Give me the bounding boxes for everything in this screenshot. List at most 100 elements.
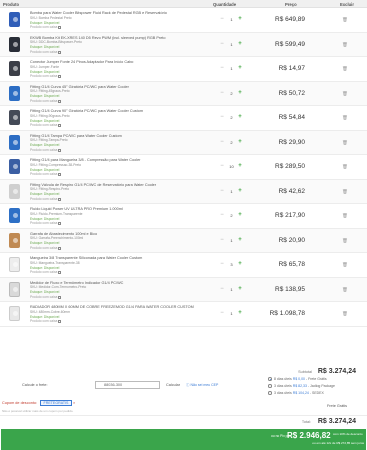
- product-box-option[interactable]: Produto com caixa: [30, 25, 200, 30]
- product-image[interactable]: [5, 60, 24, 78]
- coupon-code-field[interactable]: FRETEGRATIS: [40, 400, 72, 406]
- box-checkbox[interactable]: [58, 99, 62, 103]
- box-checkbox[interactable]: [58, 222, 62, 226]
- product-box-option[interactable]: Produto com caixa: [30, 74, 200, 79]
- shipping-option[interactable]: 3 dias úteis R$ 82,33 - Jadlog Package: [268, 383, 367, 390]
- decrement-button[interactable]: −: [219, 163, 225, 170]
- product-image[interactable]: [5, 158, 24, 176]
- decrement-button[interactable]: −: [219, 16, 225, 23]
- product-image[interactable]: [5, 207, 24, 225]
- shipping-option[interactable]: 3 dias úteis R$ 104,24 - SEDEX: [268, 390, 367, 397]
- decrement-button[interactable]: −: [219, 90, 225, 97]
- product-box-option[interactable]: Produto com caixa: [30, 319, 200, 324]
- increment-button[interactable]: +: [237, 212, 243, 219]
- cep-help-link[interactable]: ⓘ Não sei meu CEP: [186, 383, 218, 388]
- quantity-value[interactable]: 1: [227, 311, 236, 317]
- quantity-value[interactable]: 2: [227, 91, 236, 97]
- decrement-button[interactable]: −: [219, 188, 225, 195]
- product-box-option[interactable]: Produto com caixa: [30, 270, 200, 275]
- trash-icon[interactable]: 🗑: [342, 17, 348, 23]
- quantity-value[interactable]: 1: [227, 287, 236, 293]
- decrement-button[interactable]: −: [219, 310, 225, 317]
- quantity-value[interactable]: 3: [227, 262, 236, 268]
- trash-icon[interactable]: 🗑: [342, 213, 348, 219]
- box-checkbox[interactable]: [58, 271, 62, 275]
- increment-button[interactable]: +: [237, 261, 243, 268]
- quantity-value[interactable]: 1: [227, 66, 236, 72]
- trash-icon[interactable]: 🗑: [342, 91, 348, 97]
- trash-icon[interactable]: 🗑: [342, 311, 348, 317]
- quantity-value[interactable]: 2: [227, 213, 236, 219]
- increment-button[interactable]: +: [237, 286, 243, 293]
- box-checkbox[interactable]: [58, 75, 62, 79]
- box-checkbox[interactable]: [58, 295, 62, 299]
- product-box-option[interactable]: Produto com caixa: [30, 221, 200, 226]
- shipping-radio[interactable]: [268, 377, 272, 381]
- box-checkbox[interactable]: [58, 320, 62, 324]
- trash-icon[interactable]: 🗑: [342, 42, 348, 48]
- product-box-option[interactable]: Produto com caixa: [30, 246, 200, 251]
- quantity-value[interactable]: 1: [227, 238, 236, 244]
- product-image[interactable]: [5, 305, 24, 323]
- trash-icon[interactable]: 🗑: [342, 238, 348, 244]
- product-image[interactable]: [5, 85, 24, 103]
- quantity-value[interactable]: 1: [227, 42, 236, 48]
- decrement-button[interactable]: −: [219, 261, 225, 268]
- increment-button[interactable]: +: [237, 65, 243, 72]
- trash-icon[interactable]: 🗑: [342, 140, 348, 146]
- trash-icon[interactable]: 🗑: [342, 262, 348, 268]
- trash-icon[interactable]: 🗑: [342, 115, 348, 121]
- decrement-button[interactable]: −: [219, 41, 225, 48]
- increment-button[interactable]: +: [237, 237, 243, 244]
- product-box-option[interactable]: Produto com caixa: [30, 123, 200, 128]
- box-checkbox[interactable]: [58, 197, 62, 201]
- trash-icon[interactable]: 🗑: [342, 66, 348, 72]
- product-image[interactable]: [5, 36, 24, 54]
- trash-icon[interactable]: 🗑: [342, 287, 348, 293]
- decrement-button[interactable]: −: [219, 139, 225, 146]
- product-image[interactable]: [5, 281, 24, 299]
- increment-button[interactable]: +: [237, 139, 243, 146]
- product-image[interactable]: [5, 183, 24, 201]
- trash-icon[interactable]: 🗑: [342, 164, 348, 170]
- decrement-button[interactable]: −: [219, 65, 225, 72]
- shipping-radio[interactable]: [268, 391, 272, 395]
- shipping-option[interactable]: 8 dias úteis R$ 0,00 - Frete Grátis: [268, 376, 367, 383]
- increment-button[interactable]: +: [237, 41, 243, 48]
- box-checkbox[interactable]: [58, 50, 62, 54]
- product-box-option[interactable]: Produto com caixa: [30, 50, 200, 55]
- shipping-radio[interactable]: [268, 384, 272, 388]
- increment-button[interactable]: +: [237, 114, 243, 121]
- box-checkbox[interactable]: [58, 246, 62, 250]
- increment-button[interactable]: +: [237, 90, 243, 97]
- decrement-button[interactable]: −: [219, 286, 225, 293]
- product-image[interactable]: [5, 232, 24, 250]
- product-box-option[interactable]: Produto com caixa: [30, 148, 200, 153]
- box-checkbox[interactable]: [58, 26, 62, 30]
- quantity-value[interactable]: 2: [227, 115, 236, 121]
- product-image[interactable]: [5, 134, 24, 152]
- quantity-value[interactable]: 1: [227, 189, 236, 195]
- cep-input[interactable]: [95, 381, 160, 389]
- box-checkbox[interactable]: [58, 124, 62, 128]
- increment-button[interactable]: +: [237, 16, 243, 23]
- remove-coupon-icon[interactable]: ×: [73, 401, 75, 405]
- product-box-option[interactable]: Produto com caixa: [30, 197, 200, 202]
- decrement-button[interactable]: −: [219, 114, 225, 121]
- box-checkbox[interactable]: [58, 173, 62, 177]
- increment-button[interactable]: +: [237, 310, 243, 317]
- product-image[interactable]: [5, 11, 24, 29]
- product-box-option[interactable]: Produto com caixa: [30, 99, 200, 104]
- increment-button[interactable]: +: [237, 163, 243, 170]
- decrement-button[interactable]: −: [219, 237, 225, 244]
- quantity-value[interactable]: 1: [227, 17, 236, 23]
- product-box-option[interactable]: Produto com caixa: [30, 172, 200, 177]
- quantity-value[interactable]: 10: [227, 164, 236, 170]
- decrement-button[interactable]: −: [219, 212, 225, 219]
- product-image[interactable]: [5, 109, 24, 127]
- product-image[interactable]: [5, 256, 24, 274]
- increment-button[interactable]: +: [237, 188, 243, 195]
- trash-icon[interactable]: 🗑: [342, 189, 348, 195]
- product-box-option[interactable]: Produto com caixa: [30, 295, 200, 300]
- calculate-button[interactable]: Calcular: [164, 381, 182, 389]
